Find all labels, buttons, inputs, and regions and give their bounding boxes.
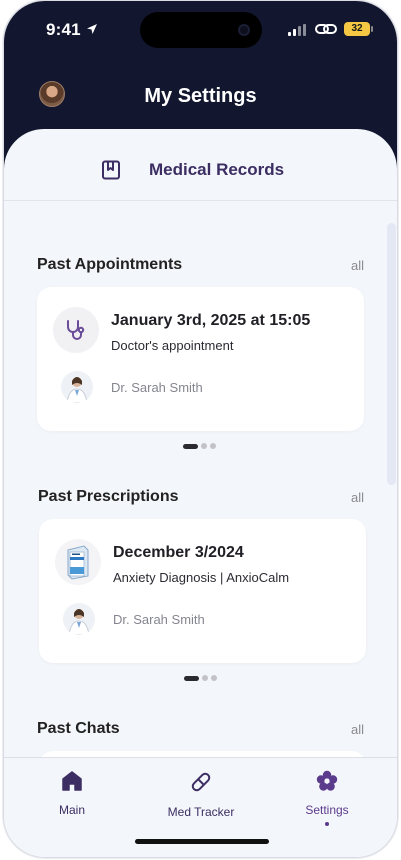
bookmark-book-icon bbox=[102, 160, 120, 180]
doctor-avatar bbox=[63, 603, 95, 635]
home-icon bbox=[62, 771, 82, 791]
stethoscope-icon bbox=[67, 320, 85, 340]
page-dot-active[interactable] bbox=[184, 675, 199, 681]
medicine-box-icon bbox=[67, 545, 89, 580]
page-dot[interactable] bbox=[210, 443, 216, 449]
doctor-photo bbox=[68, 609, 90, 635]
past-chats-title: Past Chats bbox=[37, 720, 120, 737]
bottom-navigation: Main Med Tracker Settings bbox=[4, 757, 397, 857]
prescription-date: December 3/2024 bbox=[113, 544, 244, 561]
link-icon bbox=[315, 24, 337, 34]
cellular-signal-icon bbox=[288, 24, 306, 36]
past-prescriptions-title: Past Prescriptions bbox=[38, 488, 179, 505]
battery-indicator: 32 bbox=[344, 22, 370, 36]
prescriptions-pagination[interactable] bbox=[184, 675, 217, 681]
doctor-name: Dr. Sarah Smith bbox=[111, 380, 203, 395]
active-indicator-dot bbox=[325, 822, 329, 826]
doctor-photo bbox=[66, 377, 88, 403]
appointments-pagination[interactable] bbox=[183, 443, 216, 449]
prescription-details: Anxiety Diagnosis | AnxioCalm bbox=[113, 570, 290, 585]
doctor-avatar bbox=[61, 371, 93, 403]
doctor-name: Dr. Sarah Smith bbox=[113, 612, 205, 627]
home-indicator[interactable] bbox=[135, 839, 269, 844]
nav-med-tracker-label: Med Tracker bbox=[167, 805, 235, 819]
page-title: My Settings bbox=[144, 85, 257, 107]
prescription-card[interactable]: December 3/2024 Anxiety Diagnosis | Anxi… bbox=[39, 519, 366, 663]
prescriptions-all-link[interactable]: all bbox=[351, 490, 364, 505]
medical-records-tab[interactable]: Medical Records bbox=[4, 129, 397, 201]
page-dot[interactable] bbox=[202, 675, 208, 681]
medicine-box-circle bbox=[55, 539, 101, 585]
page-dot-active[interactable] bbox=[183, 443, 198, 449]
scrollbar[interactable] bbox=[387, 223, 396, 485]
appointments-all-link[interactable]: all bbox=[351, 258, 364, 273]
status-bar: 9:41 32 bbox=[4, 1, 397, 61]
page-dot[interactable] bbox=[211, 675, 217, 681]
nav-settings[interactable]: Settings bbox=[302, 770, 352, 826]
chats-all-link[interactable]: all bbox=[351, 722, 364, 737]
appointment-card[interactable]: January 3rd, 2025 at 15:05 Doctor's appo… bbox=[37, 287, 364, 431]
content-sheet: Medical Records Past Appointments all Ja… bbox=[4, 129, 397, 857]
past-appointments-title: Past Appointments bbox=[37, 256, 183, 273]
appointment-type: Doctor's appointment bbox=[111, 338, 234, 353]
location-arrow-icon bbox=[87, 24, 97, 34]
medical-records-label: Medical Records bbox=[149, 160, 285, 179]
nav-settings-label: Settings bbox=[305, 803, 349, 817]
page-dot[interactable] bbox=[201, 443, 207, 449]
nav-main-label: Main bbox=[58, 803, 85, 817]
pill-icon bbox=[191, 772, 211, 792]
appointment-date: January 3rd, 2025 at 15:05 bbox=[111, 312, 311, 329]
status-time: 9:41 bbox=[46, 20, 81, 39]
nav-med-tracker[interactable]: Med Tracker bbox=[161, 770, 241, 819]
dynamic-island bbox=[140, 12, 262, 48]
flower-settings-icon bbox=[316, 770, 338, 791]
battery-tip bbox=[371, 26, 373, 32]
nav-main[interactable]: Main bbox=[52, 770, 92, 817]
stethoscope-icon-circle bbox=[53, 307, 99, 353]
phone-frame: 9:41 32 My Settings Medical Records Past… bbox=[3, 0, 398, 858]
